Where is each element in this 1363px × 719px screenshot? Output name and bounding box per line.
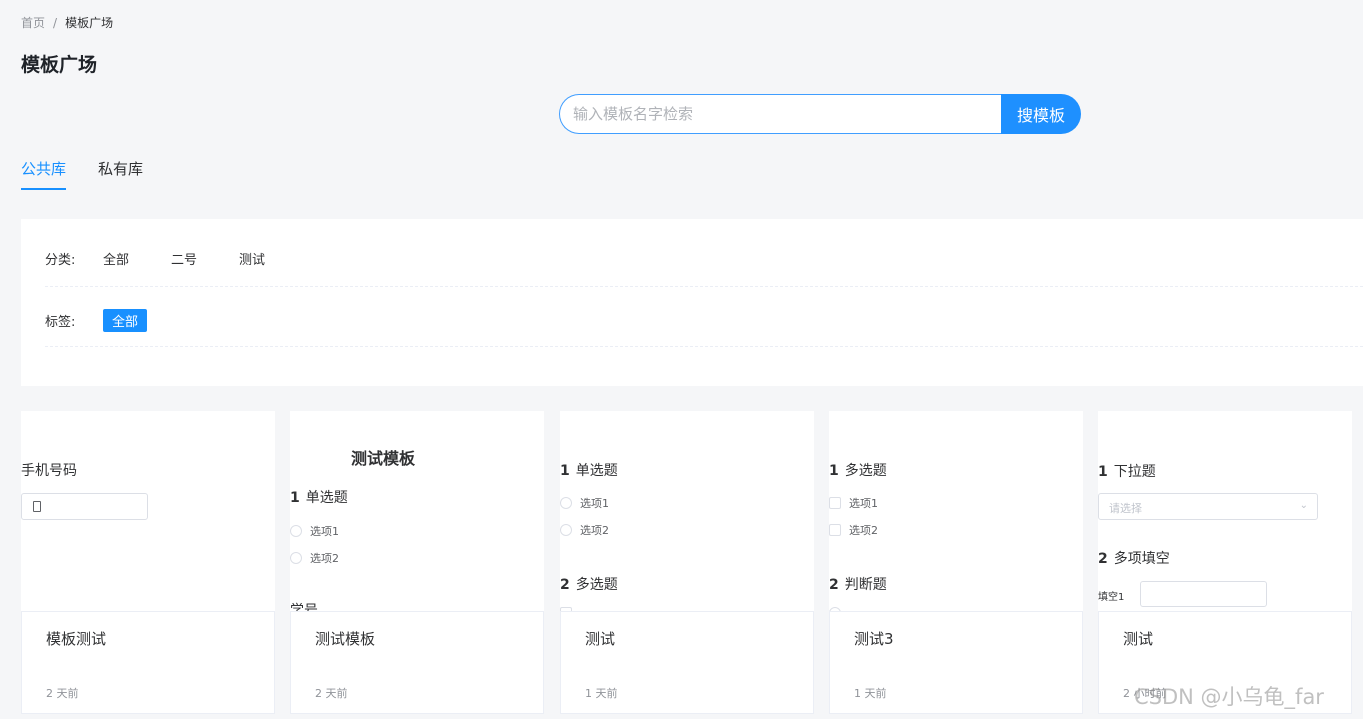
select-placeholder: 请选择	[1109, 502, 1142, 515]
card-title: 测试模板	[315, 630, 376, 648]
watermark: CSDN @小乌龟_far	[1134, 685, 1324, 709]
template-preview: 1 下拉题 请选择 ⌄ 2 多项填空 填空1	[1098, 411, 1352, 611]
tab-private-library[interactable]: 私有库	[98, 158, 143, 190]
breadcrumb: 首页 / 模板广场	[21, 14, 113, 31]
tab-public-library[interactable]: 公共库	[21, 158, 67, 190]
breadcrumb-home[interactable]: 首页	[21, 14, 45, 31]
template-preview: 手机号码	[21, 411, 275, 611]
preview-option: 选项2	[290, 550, 339, 566]
preview-fill-label: 填空1	[1098, 592, 1125, 603]
preview-partial-label: 学号	[290, 603, 318, 611]
category-option-all[interactable]: 全部	[103, 249, 129, 268]
preview-question: 1 多选题	[829, 463, 887, 479]
divider	[45, 346, 1363, 347]
preview-question: 2 多项填空	[1098, 551, 1170, 567]
filter-panel: 分类: 全部 二号 测试 标签: 全部	[21, 219, 1363, 386]
preview-question: 1 单选题	[290, 490, 348, 506]
preview-option: 选项1	[560, 495, 609, 511]
breadcrumb-separator: /	[53, 15, 58, 30]
preview-field-label: 手机号码	[21, 463, 77, 479]
library-tabs: 公共库 私有库	[21, 158, 143, 190]
template-card[interactable]: 1 下拉题 请选择 ⌄ 2 多项填空 填空1 测试 2 小时前	[1098, 411, 1352, 714]
card-title: 模板测试	[46, 630, 107, 648]
preview-question: 2 判断题	[829, 577, 887, 593]
breadcrumb-current: 模板广场	[65, 16, 114, 30]
card-footer: 测试3 1 天前	[829, 611, 1083, 714]
category-option-test[interactable]: 测试	[239, 249, 265, 268]
preview-phone-input	[21, 493, 148, 520]
template-card[interactable]: 1 多选题 选项1 选项2 2 判断题 测试3 1 天前	[829, 411, 1083, 714]
category-option-2[interactable]: 二号	[171, 249, 197, 268]
tag-option-all[interactable]: 全部	[103, 309, 148, 332]
preview-question: 2 多选题	[560, 577, 618, 593]
tag-filter-row: 标签: 全部	[45, 309, 148, 332]
preview-select: 请选择 ⌄	[1098, 493, 1318, 520]
template-preview: 1 多选题 选项1 选项2 2 判断题	[829, 411, 1083, 611]
page-title: 模板广场	[21, 54, 98, 76]
card-time: 1 天前	[585, 687, 618, 700]
template-card[interactable]: 手机号码 模板测试 2 天前	[21, 411, 275, 714]
template-preview: 1 单选题 选项1 选项2 2 多选题	[560, 411, 814, 611]
card-time: 1 天前	[854, 687, 887, 700]
phone-icon	[33, 501, 41, 512]
card-footer: 测试模板 2 天前	[290, 611, 544, 714]
preview-question: 1 单选题	[560, 463, 618, 479]
card-title: 测试3	[854, 630, 894, 648]
preview-option: 选项1	[290, 523, 339, 539]
preview-fill-input	[1140, 581, 1267, 607]
template-card[interactable]: 测试模板 1 单选题 选项1 选项2 学号 测试模板 2 天前	[290, 411, 544, 714]
category-filter-row: 分类: 全部 二号 测试	[45, 249, 307, 268]
card-title: 测试	[585, 630, 616, 648]
preview-question: 1 下拉题	[1098, 464, 1156, 480]
template-preview: 测试模板 1 单选题 选项1 选项2 学号	[290, 411, 544, 611]
card-footer: 测试 1 天前	[560, 611, 814, 714]
category-label: 分类:	[45, 253, 76, 268]
search-button[interactable]: 搜模板	[1001, 94, 1081, 134]
template-card[interactable]: 1 单选题 选项1 选项2 2 多选题 测试 1 天前	[560, 411, 814, 714]
preview-option: 选项2	[829, 522, 878, 538]
preview-option: 选项1	[829, 495, 878, 511]
card-time: 2 天前	[315, 687, 348, 700]
chevron-down-icon: ⌄	[1299, 500, 1308, 511]
search-bar: 搜模板	[559, 94, 1081, 134]
card-time: 2 天前	[46, 687, 79, 700]
card-footer: 模板测试 2 天前	[21, 611, 275, 714]
divider	[45, 286, 1363, 287]
preview-option: 选项2	[560, 522, 609, 538]
card-title: 测试	[1123, 630, 1154, 648]
preview-heading: 测试模板	[351, 449, 416, 468]
tag-label: 标签:	[45, 315, 76, 330]
search-input[interactable]	[559, 94, 1001, 134]
